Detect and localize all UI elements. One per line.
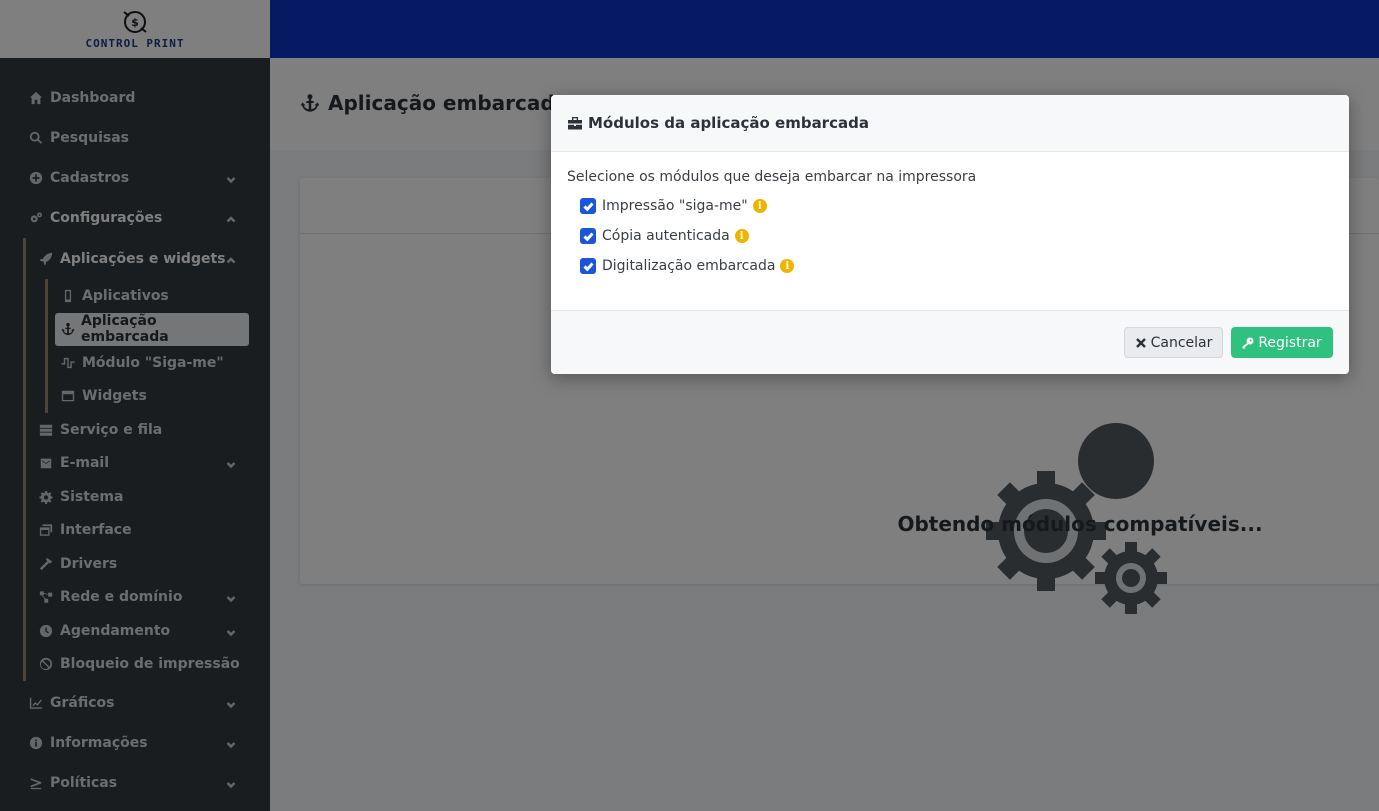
close-icon — [1135, 337, 1146, 348]
module-option-copia-autenticada[interactable]: Cópia autenticada i — [567, 221, 1333, 251]
info-icon[interactable]: i — [780, 259, 795, 273]
info-icon[interactable]: i — [734, 229, 749, 243]
modal-body: Selecione os módulos que deseja embarcar… — [551, 152, 1349, 310]
module-option-siga-me[interactable]: Impressão "siga-me" i — [567, 191, 1333, 221]
key-icon — [1242, 337, 1254, 349]
modal-title-text: Módulos da aplicação embarcada — [588, 114, 869, 132]
info-icon[interactable]: i — [752, 199, 767, 213]
module-label: Impressão "siga-me" — [602, 198, 748, 214]
checkbox-checked[interactable] — [580, 198, 596, 214]
checkbox-checked[interactable] — [580, 258, 596, 274]
toolbox-icon — [568, 117, 582, 130]
module-label: Cópia autenticada — [602, 228, 730, 244]
modal-intro: Selecione os módulos que deseja embarcar… — [567, 169, 977, 185]
register-label: Registrar — [1258, 334, 1322, 351]
modal-title: Módulos da aplicação embarcada — [567, 114, 869, 132]
cancel-label: Cancelar — [1150, 334, 1213, 351]
checkbox-checked[interactable] — [580, 228, 596, 244]
module-option-digitalizacao[interactable]: Digitalização embarcada i — [567, 251, 1333, 281]
modal-header: Módulos da aplicação embarcada — [551, 95, 1349, 152]
modules-modal: Módulos da aplicação embarcada Selecione… — [551, 95, 1349, 374]
module-label: Digitalização embarcada — [602, 258, 776, 274]
modal-footer: Cancelar Registrar — [551, 310, 1349, 374]
register-button[interactable]: Registrar — [1231, 327, 1333, 358]
cancel-button[interactable]: Cancelar — [1124, 327, 1223, 358]
